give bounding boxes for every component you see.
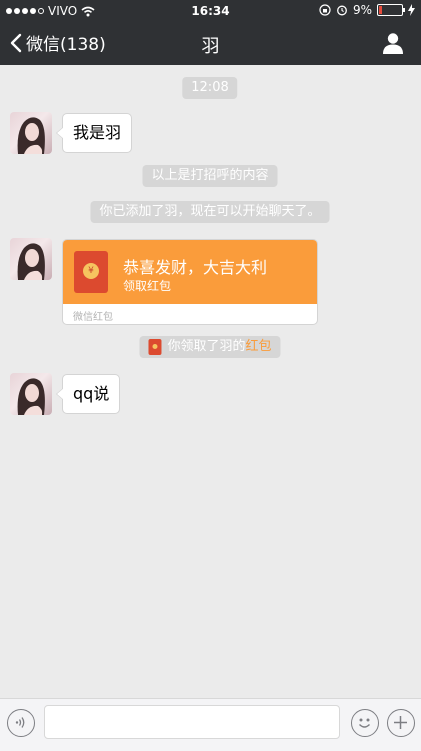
contact-avatar[interactable] — [10, 373, 52, 415]
chevron-left-icon — [10, 33, 22, 52]
red-packet-small-icon — [148, 338, 162, 355]
plus-icon — [394, 716, 407, 729]
orientation-lock-icon — [319, 4, 331, 16]
more-button[interactable] — [387, 709, 415, 737]
status-right: 9% — [319, 3, 415, 17]
message-bubble[interactable]: qq说 — [55, 374, 121, 414]
contact-avatar[interactable] — [10, 238, 52, 280]
red-packet-body: ¥ 恭喜发财，大吉大利 领取红包 — [63, 240, 317, 304]
red-packet-message[interactable]: ¥ 恭喜发财，大吉大利 领取红包 微信红包 — [62, 239, 318, 325]
battery-percent: 9% — [352, 3, 372, 17]
nav-bar: 微信(138) 羽 — [0, 22, 421, 65]
red-packet-link[interactable]: 红包 — [246, 339, 272, 354]
received-text: 你领取了羽的 — [167, 339, 246, 354]
back-button[interactable]: 微信(138) — [10, 30, 106, 55]
system-notice: 你已添加了羽，现在可以开始聊天了。 — [90, 201, 330, 223]
red-packet-footer: 微信红包 — [73, 312, 113, 323]
voice-icon — [15, 717, 25, 728]
avatar-portrait-icon — [17, 117, 45, 154]
avatar-portrait-icon — [17, 378, 45, 415]
red-packet-title: 恭喜发财，大吉大利 — [123, 258, 268, 277]
alarm-icon — [337, 5, 347, 16]
emoji-icon — [359, 718, 370, 728]
seal-icon: ¥ — [83, 263, 99, 279]
system-notice: 以上是打招呼的内容 — [142, 165, 278, 187]
battery-icon — [377, 4, 405, 16]
input-bar — [0, 698, 421, 751]
charging-icon — [408, 4, 415, 16]
time-label: 12:08 — [182, 77, 238, 99]
avatar-portrait-icon — [17, 243, 45, 280]
message-input[interactable] — [44, 705, 340, 739]
voice-button[interactable] — [7, 709, 35, 737]
red-packet-icon: ¥ — [74, 251, 108, 293]
emoji-button[interactable] — [351, 709, 379, 737]
chat-area[interactable]: 12:08 我是羽 以上是打招呼的内容 你已添加了羽，现在可以开始聊天了。 ¥ … — [0, 65, 421, 698]
received-notice: 你领取了羽的红包 — [139, 336, 281, 358]
contact-avatar[interactable] — [10, 112, 52, 154]
profile-icon[interactable] — [381, 31, 405, 55]
message-bubble[interactable]: 我是羽 — [55, 113, 133, 153]
red-packet-subtitle: 领取红包 — [123, 279, 172, 293]
status-bar: VIVO 16:34 9% — [0, 0, 421, 22]
back-label: 微信(138) — [26, 35, 106, 55]
